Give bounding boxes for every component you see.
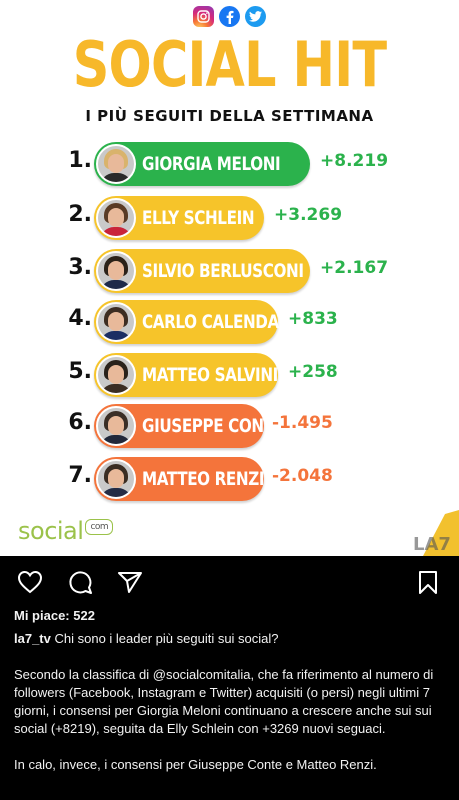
follower-delta: +8.219	[320, 151, 389, 171]
rank-number: 6.	[68, 410, 92, 435]
politician-name: CARLO CALENDA	[142, 311, 279, 333]
politician-name: ELLY SCHLEIN	[142, 207, 255, 229]
rank-number: 3.	[68, 255, 92, 280]
politician-avatar	[96, 198, 136, 238]
rank-number: 1.	[68, 148, 92, 173]
heart-icon[interactable]	[16, 568, 44, 596]
post-caption: la7_tv Chi sono i leader più seguiti sui…	[14, 630, 450, 792]
post-title: SOCIAL HIT	[72, 28, 387, 101]
rank-number: 5.	[68, 359, 92, 384]
ranking-row: 1. GIORGIA MELONI +8.219	[0, 142, 459, 186]
ranking-row: 2. ELLY SCHLEIN +3.269	[0, 196, 459, 240]
caption-first-line: Chi sono i leader più seguiti sui social…	[54, 631, 279, 646]
la7-logo: LA7	[409, 510, 459, 556]
follower-delta: -1.495	[272, 413, 333, 433]
comment-icon[interactable]	[66, 568, 94, 596]
instagram-icon	[193, 6, 214, 27]
svg-text:LA7: LA7	[413, 534, 451, 555]
ranking-pill: MATTEO RENZI	[94, 457, 264, 501]
caption-paragraph-1: Secondo la classifica di @socialcomitali…	[14, 667, 434, 736]
politician-name: GIUSEPPE CONTE	[142, 415, 284, 437]
share-icon[interactable]	[116, 568, 144, 596]
ranking-row: 5. MATTEO SALVINI +258	[0, 353, 459, 397]
politician-name: GIORGIA MELONI	[142, 153, 281, 175]
ranking-row: 3. SILVIO BERLUSCONI +2.167	[0, 249, 459, 293]
follower-delta: +833	[288, 309, 338, 329]
follower-delta: +2.167	[320, 258, 389, 278]
social-icons	[0, 6, 459, 27]
politician-avatar	[96, 355, 136, 395]
socialcom-logo: social com	[18, 517, 114, 545]
caption-username[interactable]: la7_tv	[14, 631, 51, 646]
politician-name: SILVIO BERLUSCONI	[142, 260, 304, 282]
ranking-row: 7. MATTEO RENZI -2.048	[0, 457, 459, 501]
bookmark-icon[interactable]	[414, 568, 442, 596]
follower-delta: -2.048	[272, 466, 333, 486]
politician-avatar	[96, 406, 136, 446]
politician-avatar	[96, 144, 136, 184]
rank-number: 4.	[68, 306, 92, 331]
ranking-pill: GIUSEPPE CONTE	[94, 404, 284, 448]
rank-number: 2.	[68, 202, 92, 227]
ranking-pill: ELLY SCHLEIN	[94, 196, 264, 240]
ranking-pill: GIORGIA MELONI	[94, 142, 310, 186]
rank-number: 7.	[68, 463, 92, 488]
follower-delta: +3.269	[274, 205, 343, 225]
ranking-pill: SILVIO BERLUSCONI	[94, 249, 310, 293]
caption-paragraph-2: In calo, invece, i consensi per Giuseppe…	[14, 757, 377, 772]
politician-avatar	[96, 251, 136, 291]
politician-name: MATTEO RENZI	[142, 468, 265, 490]
facebook-icon	[219, 6, 240, 27]
post-image[interactable]: SOCIAL HIT I PIÙ SEGUITI DELLA SETTIMANA…	[0, 0, 459, 556]
ranking-row: 4. CARLO CALENDA +833	[0, 300, 459, 344]
ranking-row: 6. GIUSEPPE CONTE -1.495	[0, 404, 459, 448]
post-subtitle: I PIÙ SEGUITI DELLA SETTIMANA	[85, 107, 374, 125]
ranking-pill: CARLO CALENDA	[94, 300, 279, 344]
politician-avatar	[96, 302, 136, 342]
follower-delta: +258	[288, 362, 338, 382]
action-bar	[0, 568, 459, 598]
politician-name: MATTEO SALVINI	[142, 364, 278, 386]
ranking-pill: MATTEO SALVINI	[94, 353, 278, 397]
twitter-icon	[245, 6, 266, 27]
politician-avatar	[96, 459, 136, 499]
likes-count[interactable]: Mi piace: 522	[14, 608, 95, 623]
